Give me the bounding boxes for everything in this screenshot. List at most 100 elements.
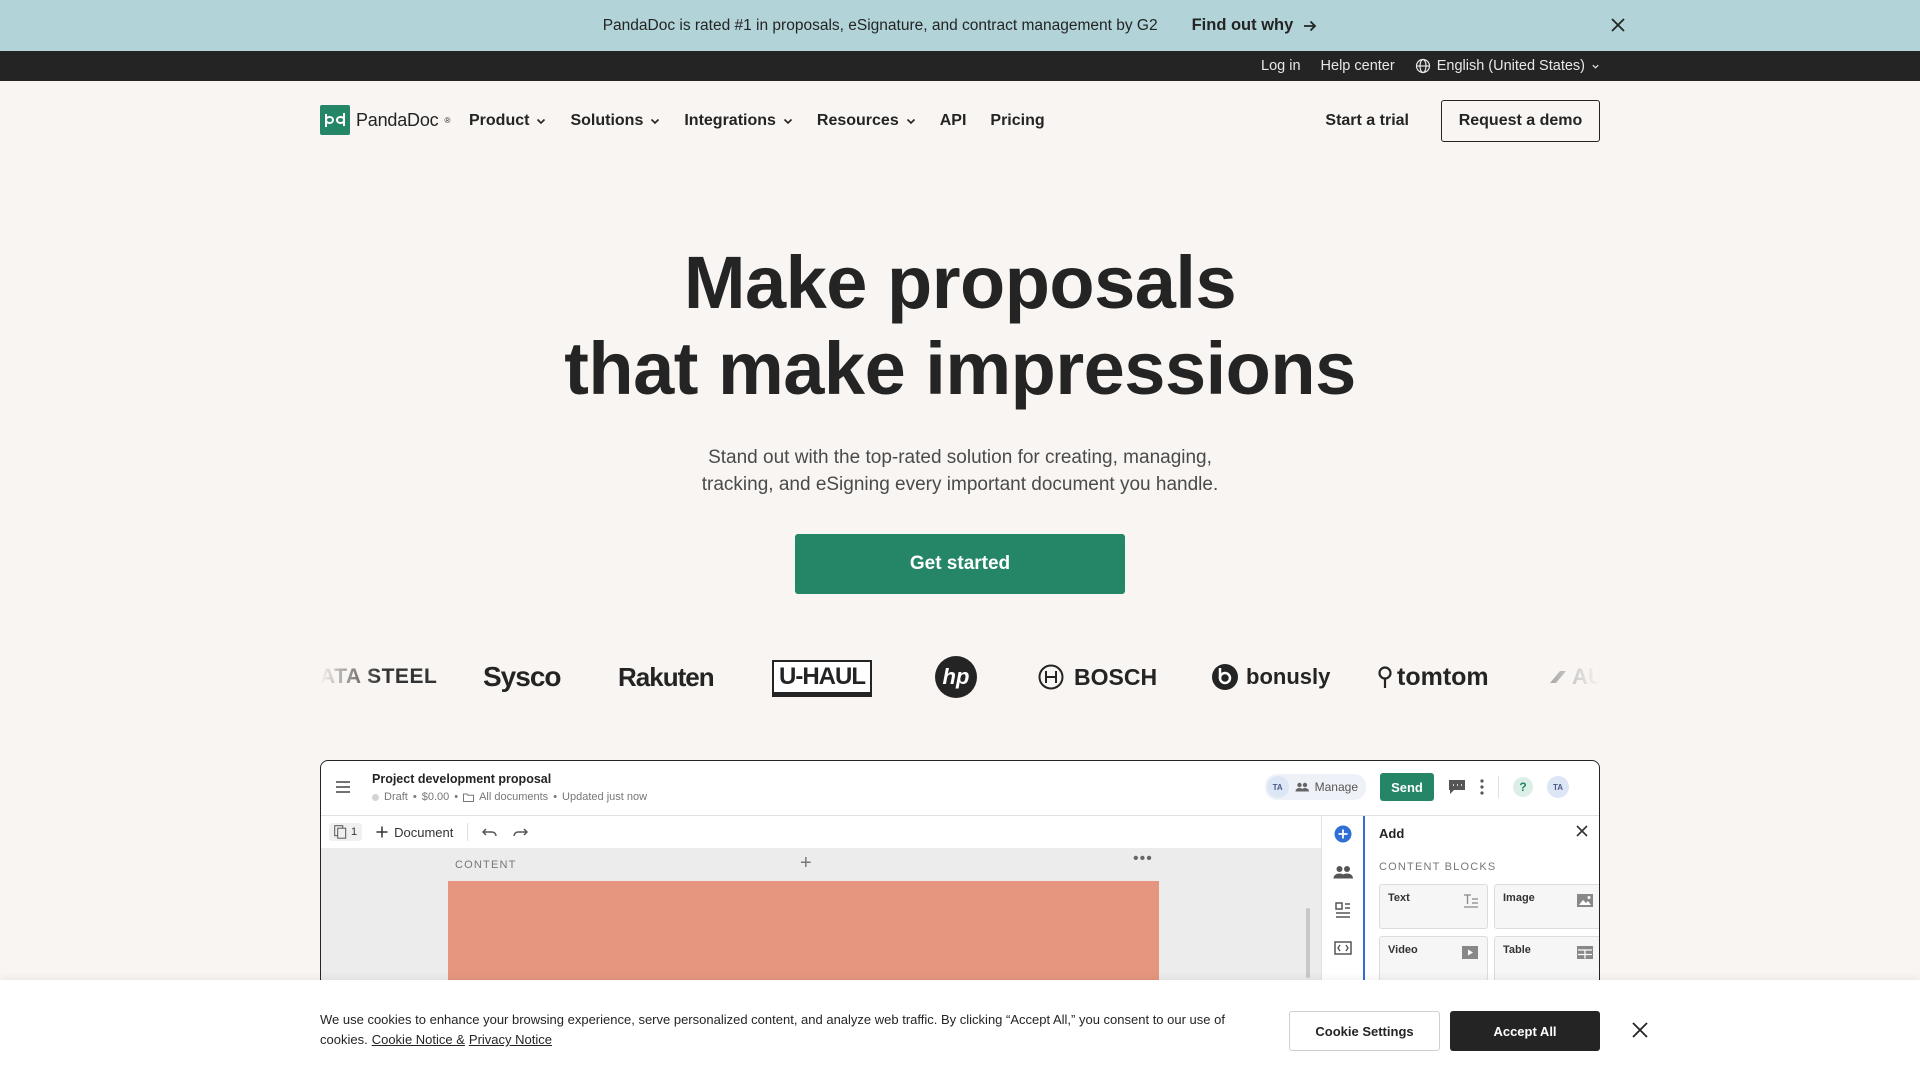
app-preview: Project development proposal Draft • $0.… (320, 760, 1600, 1000)
privacy-notice-link[interactable]: Privacy Notice (469, 1032, 552, 1047)
help-center-link[interactable]: Help center (1321, 58, 1395, 74)
logo-uhaul: U-HAUL (772, 660, 872, 694)
cookie-settings-button[interactable]: Cookie Settings (1289, 1011, 1440, 1051)
arrow-right-icon (1304, 20, 1317, 31)
nav-pricing[interactable]: Pricing (990, 112, 1044, 130)
nav-solutions[interactable]: Solutions (570, 112, 660, 130)
pandadoc-logo[interactable]: PandaDoc ® (320, 105, 450, 135)
send-button[interactable]: Send (1380, 773, 1434, 801)
logo-tomtom: tomtom (1397, 662, 1489, 691)
block-table[interactable]: Table (1494, 936, 1599, 981)
nav-product-label[interactable]: Product (469, 112, 529, 130)
nav-integrations-label[interactable]: Integrations (684, 112, 776, 130)
document-status: Draft (384, 791, 408, 803)
status-dot (372, 793, 379, 801)
language-label[interactable]: English (United States) (1437, 58, 1585, 74)
page-counter[interactable]: 1 (329, 823, 363, 841)
logo-bosch: BOSCH (1074, 663, 1158, 690)
plus-icon (376, 826, 388, 838)
login-link[interactable]: Log in (1261, 58, 1301, 74)
chevron-down-icon (906, 118, 915, 125)
canvas-scrollbar[interactable] (1306, 908, 1310, 978)
content-section-label: CONTENT (455, 859, 517, 871)
add-block-icon[interactable]: + (800, 852, 812, 875)
add-panel-title: Add (1379, 826, 1405, 841)
document-canvas: CONTENT + ••• (321, 848, 1321, 999)
main-header: PandaDoc ® Product Solutions Integrations… (0, 81, 1920, 161)
toolbar-divider (467, 823, 469, 841)
globe-icon (1415, 58, 1430, 74)
logo-sysco: Sysco (483, 661, 561, 692)
manage-button[interactable]: TA Manage (1264, 774, 1366, 800)
undo-icon[interactable] (482, 827, 498, 838)
logo-bosch-wrap: BOSCH (1038, 650, 1157, 704)
block-text-label: Text (1388, 892, 1410, 904)
add-document-button[interactable]: Document (376, 825, 453, 840)
close-icon[interactable] (1575, 824, 1589, 838)
hero-subtitle: Stand out with the top-rated solution fo… (0, 444, 1920, 498)
announcement-link-label[interactable]: Find out why (1192, 16, 1294, 35)
logo-bonusly: bonusly (1246, 664, 1331, 689)
cookie-text-line-2: cookies. (320, 1032, 368, 1047)
nav-product[interactable]: Product (469, 112, 546, 130)
nav-resources-label[interactable]: Resources (817, 112, 899, 130)
utility-bar: Log in Help center English (United State… (0, 51, 1920, 81)
cookie-banner: We use cookies to enhance your browsing … (0, 980, 1920, 1080)
block-text[interactable]: Text (1379, 884, 1488, 929)
block-image-label: Image (1503, 892, 1535, 904)
document-meta: Draft • $0.00 • All documents • Updated … (372, 791, 647, 803)
block-video[interactable]: Video (1379, 936, 1488, 981)
close-icon[interactable] (1630, 1020, 1650, 1040)
user-avatar[interactable]: TA (1547, 776, 1569, 798)
variables-icon[interactable] (1333, 938, 1353, 958)
logo-hp-wrap: hp (935, 650, 977, 704)
get-started-button[interactable]: Get started (795, 534, 1125, 594)
start-trial-link[interactable]: Start a trial (1325, 112, 1409, 130)
close-icon[interactable] (1607, 14, 1629, 36)
chevron-down-icon (1592, 64, 1599, 69)
bosch-mark-icon (1038, 664, 1064, 690)
add-document-label[interactable]: Document (394, 825, 453, 840)
nav-solutions-label[interactable]: Solutions (570, 112, 643, 130)
manage-label[interactable]: Manage (1315, 780, 1358, 794)
nav-integrations[interactable]: Integrations (684, 112, 793, 130)
nav-api[interactable]: API (940, 112, 967, 130)
announcement-bar: PandaDoc is rated #1 in proposals, eSign… (0, 0, 1920, 51)
recipients-icon[interactable] (1333, 862, 1353, 882)
request-demo-button[interactable]: Request a demo (1441, 100, 1600, 142)
chevron-down-icon (651, 118, 660, 125)
text-block-icon (1464, 894, 1478, 908)
document-amount: $0.00 (421, 791, 450, 803)
comment-icon[interactable] (1448, 779, 1466, 795)
language-selector[interactable]: English (United States) (1415, 58, 1600, 74)
hero-subtitle-line-2: tracking, and eSigning every important d… (701, 474, 1219, 495)
video-block-icon (1462, 946, 1478, 959)
block-image[interactable]: Image (1494, 884, 1599, 929)
hero-title-line-1: Make proposals (683, 241, 1237, 324)
help-icon[interactable]: ? (1513, 777, 1533, 797)
logo-tomtom-wrap: tomtom (1377, 650, 1489, 704)
image-block-icon (1577, 894, 1593, 907)
editor-side-rail (1321, 816, 1363, 999)
document-folder[interactable]: All documents (479, 791, 548, 803)
more-horizontal-icon[interactable]: ••• (1133, 850, 1153, 868)
meta-separator: • (412, 791, 417, 803)
nav-resources[interactable]: Resources (817, 112, 916, 130)
block-table-label: Table (1503, 944, 1531, 956)
logo-hp: hp (935, 656, 977, 698)
pandadoc-logo-icon (320, 105, 350, 135)
menu-icon[interactable] (335, 780, 351, 794)
brand-name: PandaDoc (356, 109, 439, 130)
more-vertical-icon[interactable] (1480, 779, 1484, 795)
add-circle-icon[interactable] (1333, 824, 1353, 844)
layout-icon[interactable] (1333, 900, 1353, 920)
announcement-link[interactable]: Find out why (1192, 16, 1318, 35)
location-pin-icon (1378, 666, 1392, 688)
cookie-notice-link[interactable]: Cookie Notice & (372, 1032, 465, 1047)
main-nav: Product Solutions Integrations Resources… (469, 103, 1045, 139)
accept-all-button[interactable]: Accept All (1450, 1011, 1600, 1051)
users-icon (1295, 782, 1309, 792)
block-video-label: Video (1388, 944, 1418, 956)
chevron-down-icon (783, 118, 792, 125)
redo-icon[interactable] (512, 827, 529, 838)
